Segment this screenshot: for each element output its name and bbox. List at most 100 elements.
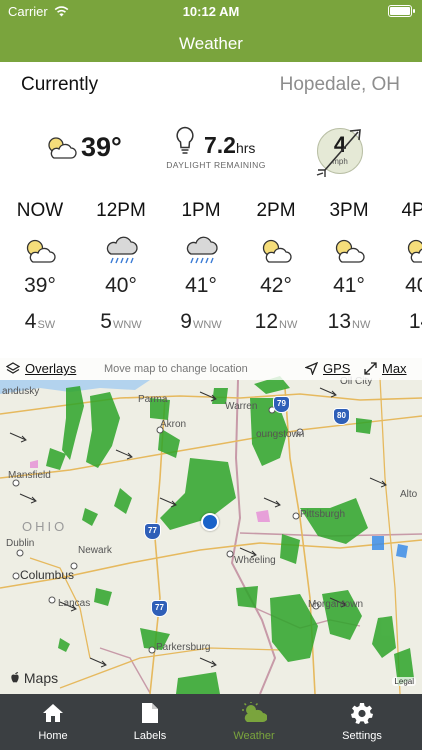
hour-time: 3PM [329, 200, 369, 221]
hour-wind: 9WNW [168, 310, 234, 334]
current-summary: 39° 7.2hrs DAYLIGHT REMAINING 4 mph [0, 118, 422, 178]
home-icon [43, 704, 63, 722]
hour-wind-speed: 14 [408, 310, 422, 333]
current-temperature: 39° [45, 132, 122, 163]
hour-time: 2PM [256, 200, 296, 221]
map-hint: Move map to change location [104, 363, 248, 375]
tab-weather[interactable]: Weather [214, 700, 294, 742]
hour-time: 1PM [181, 200, 221, 221]
map-label-akron: Akron [160, 419, 187, 430]
currently-label: Currently [21, 74, 99, 95]
gps-button[interactable]: GPS [305, 361, 350, 376]
currently-row: Currently Hopedale, OH [21, 72, 400, 102]
overlays-button[interactable]: Overlays [6, 361, 76, 376]
hour-time: 4PM [401, 200, 422, 221]
top-bar: Carrier 10:12 AM Weather [0, 0, 422, 62]
hour-column: 3PM 41° 13NW [316, 200, 382, 334]
hour-time: NOW [16, 200, 64, 221]
daylight-value: 7.2hrs [204, 132, 255, 159]
map-label-lancaster: Lancas [58, 598, 91, 609]
map-label-dublin: Dublin [6, 538, 35, 549]
current-temp-value: 39° [81, 132, 122, 162]
hour-wind: 5WNW [88, 310, 154, 334]
hour-column: 12PM 40° 5WNW [88, 200, 154, 334]
hour-temperature: 40° [405, 274, 422, 297]
battery-icon [388, 5, 415, 17]
hour-time: 12PM [96, 200, 146, 221]
hour-wind-speed: 5 [100, 310, 112, 333]
partly-sunny-icon [262, 239, 292, 263]
map-toolbar: Overlays Move map to change location GPS… [0, 358, 422, 380]
hour-wind: 13NW [316, 310, 382, 334]
map-label-morgantown: Morgantown [308, 599, 364, 610]
daylight-hours: 7.2 [204, 132, 236, 158]
tab-settings-label: Settings [342, 730, 382, 742]
map-label-columbus: Columbus [20, 568, 75, 582]
status-bar: Carrier 10:12 AM [0, 0, 422, 24]
hour-temperature: 41° [185, 274, 217, 297]
radar-map[interactable]: andusky Parma Oil City Warren Akron oung… [0, 358, 422, 694]
partly-sunny-icon [48, 136, 77, 159]
hour-wind: 4SW [7, 310, 73, 334]
weather-icon [242, 702, 267, 722]
document-icon [142, 703, 158, 723]
hour-column: 4PM 40° 14 [388, 200, 422, 334]
gear-icon [351, 703, 373, 724]
interstate-shield: 79 [273, 396, 290, 413]
map-label-mansfield: Mansfield [8, 470, 51, 481]
hour-wind-speed: 12 [254, 310, 279, 333]
hour-wind-direction: NW [352, 319, 371, 331]
map-label-wheeling: Wheeling [234, 555, 276, 566]
current-location-dot [201, 513, 219, 531]
tab-weather-label: Weather [233, 730, 275, 742]
wind-direction-arrow-icon [316, 129, 361, 177]
map-label-parma: Parma [138, 394, 168, 405]
hour-wind-direction: SW [37, 319, 56, 331]
hourly-forecast[interactable]: NOW 39° 4SW 12PM 40° 5WNW 1PM 41° 9WNW 2… [0, 200, 422, 340]
maximize-button[interactable]: Max [364, 361, 407, 376]
rain-cloud-icon [106, 236, 138, 264]
page-title: Weather [179, 34, 243, 53]
hour-wind: 14 [388, 310, 422, 334]
expand-icon [364, 362, 377, 375]
partly-sunny-icon [335, 239, 365, 263]
tab-labels-label: Labels [133, 730, 167, 742]
hour-temperature: 40° [105, 274, 137, 297]
legal-link[interactable]: Legal [392, 677, 416, 686]
hour-wind-speed: 9 [180, 310, 192, 333]
hour-temperature: 39° [24, 274, 56, 297]
hour-temperature: 42° [260, 274, 292, 297]
apple-logo-icon [11, 672, 19, 683]
map-label-pittsburgh: Pittsburgh [300, 509, 346, 520]
max-label: Max [382, 361, 407, 376]
interstate-shield: 80 [333, 408, 350, 425]
location-arrow-icon [305, 362, 318, 375]
location-label[interactable]: Hopedale, OH [280, 74, 400, 96]
hour-temperature: 41° [333, 274, 365, 297]
tab-home[interactable]: Home [13, 700, 93, 742]
partly-sunny-icon [26, 239, 56, 263]
tab-home-label: Home [38, 730, 68, 742]
layers-icon [6, 361, 20, 374]
map-label-altoona: Alto [400, 489, 418, 500]
daylight-unit: hrs [235, 140, 256, 156]
tab-labels[interactable]: Labels [110, 700, 190, 742]
hour-column: 2PM 42° 12NW [243, 200, 309, 334]
status-time: 10:12 AM [182, 4, 240, 19]
rain-cloud-icon [186, 236, 218, 264]
partly-sunny-icon [407, 239, 422, 263]
hour-column: 1PM 41° 9WNW [168, 200, 234, 334]
tab-bar: Home Labels Weather Settings [0, 694, 422, 750]
wind-indicator: 4 mph [313, 120, 369, 180]
maps-label: Maps [23, 670, 59, 686]
daylight-caption: DAYLIGHT REMAINING [166, 160, 266, 170]
map-label-newark: Newark [78, 545, 112, 556]
tab-settings[interactable]: Settings [322, 700, 402, 742]
hour-wind-speed: 13 [327, 310, 352, 333]
map-label-parkersburg: Parkersburg [156, 642, 211, 653]
interstate-shield: 77 [144, 523, 161, 540]
hour-wind-direction: WNW [112, 319, 142, 331]
map-label-youngstown: oungstown [256, 429, 305, 440]
light-bulb-icon [176, 126, 194, 154]
map-label-sandusky: andusky [2, 386, 40, 397]
